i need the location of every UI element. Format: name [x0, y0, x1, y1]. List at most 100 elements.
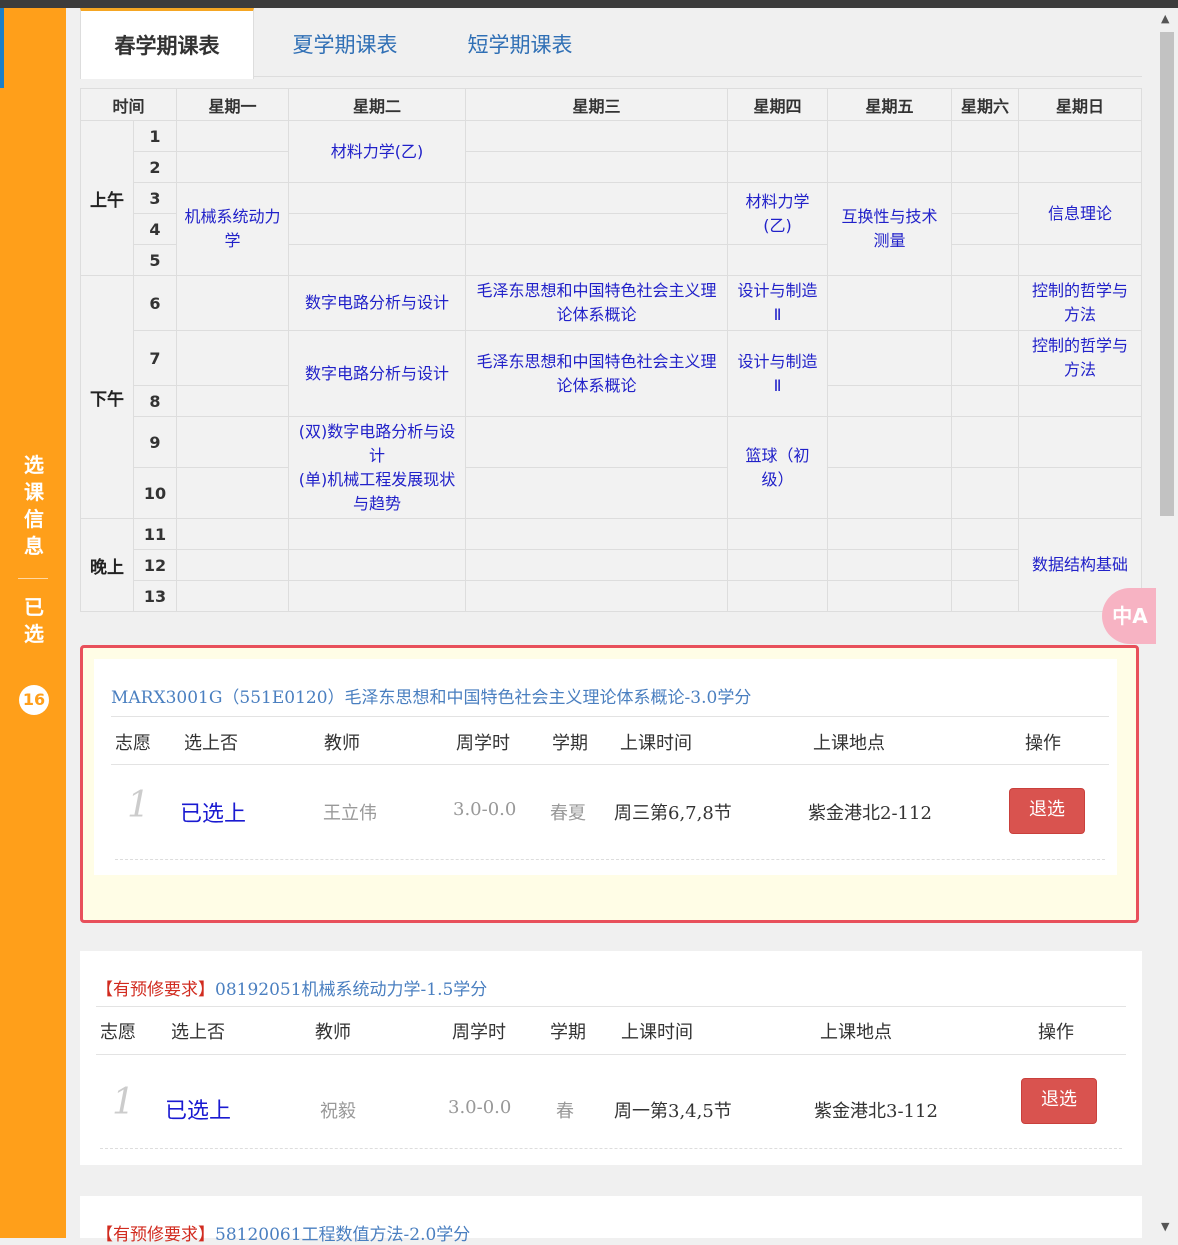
- translate-button[interactable]: 中A: [1102, 588, 1158, 644]
- course-title[interactable]: 【有预修要求】08192051机械系统动力学-1.5学分: [96, 975, 487, 1000]
- course-info-label[interactable]: 选课信息: [20, 452, 48, 560]
- scrollbar[interactable]: ▲ ▼: [1156, 8, 1178, 1238]
- slot-number: 9: [133, 416, 177, 468]
- timetable: 时间 星期一 星期二 星期三 星期四 星期五 星期六 星期日 上午 1 材料力学…: [80, 88, 1142, 612]
- period-morning: 上午: [80, 120, 134, 276]
- header-mon: 星期一: [176, 88, 289, 121]
- cell: [951, 213, 1019, 245]
- col-term: 学期: [550, 1022, 586, 1043]
- col-action: 操作: [1025, 733, 1061, 754]
- cell: [465, 213, 728, 245]
- cell: [288, 182, 466, 214]
- cell: [827, 275, 952, 331]
- header-sat: 星期六: [951, 88, 1019, 121]
- preference-number: 1: [127, 785, 150, 826]
- cell: [465, 416, 728, 468]
- slot-number: 1: [133, 120, 177, 152]
- scroll-down-icon[interactable]: ▼: [1161, 1220, 1169, 1233]
- cell: [176, 549, 289, 581]
- cell: [465, 151, 728, 183]
- cell: [727, 120, 828, 152]
- course-cell[interactable]: 数字电路分析与设计: [288, 275, 466, 331]
- selection-status: 已选上: [165, 1099, 232, 1124]
- weekly-hours: 3.0-0.0: [453, 799, 517, 820]
- cell: [176, 467, 289, 519]
- tab-short[interactable]: 短学期课表: [445, 10, 595, 76]
- class-place: 紫金港北3-112: [814, 1101, 938, 1122]
- header-time: 时间: [80, 88, 177, 121]
- header-fri: 星期五: [827, 88, 952, 121]
- course-cell[interactable]: 信息理论: [1018, 182, 1142, 245]
- course-entry[interactable]: (单)机械工程发展现状与趋势: [295, 468, 459, 516]
- tab-spring[interactable]: 春学期课表: [80, 8, 254, 79]
- prereq-tag: 【有预修要求】: [96, 980, 215, 1000]
- header-tue: 星期二: [288, 88, 466, 121]
- divider: [111, 764, 1109, 765]
- col-place: 上课地点: [820, 1022, 892, 1043]
- course-cell[interactable]: 篮球（初级）: [727, 416, 828, 519]
- slot-number: 7: [133, 330, 177, 386]
- course-cell[interactable]: 毛泽东思想和中国特色社会主义理论体系概论: [465, 330, 728, 417]
- course-cell[interactable]: 机械系统动力学: [176, 182, 289, 276]
- header-wed: 星期三: [465, 88, 728, 121]
- cell: [827, 580, 952, 612]
- timetable-row: 3 机械系统动力学 材料力学(乙) 互换性与技术测量 信息理论: [81, 182, 1142, 276]
- cell: [951, 244, 1019, 276]
- cell: [951, 120, 1019, 152]
- timetable-row: 9 (双)数字电路分析与设计 (单)机械工程发展现状与趋势 篮球（初级）: [81, 416, 1142, 519]
- cell: [827, 330, 952, 386]
- timetable-header-row: 时间 星期一 星期二 星期三 星期四 星期五 星期六 星期日: [80, 88, 1142, 121]
- course-cell[interactable]: 控制的哲学与方法: [1018, 275, 1142, 331]
- course-cell[interactable]: 材料力学(乙): [288, 120, 466, 183]
- cell: [176, 416, 289, 468]
- cell: [465, 580, 728, 612]
- timetable-row: 晚上 11 数据结构基础: [80, 518, 1142, 612]
- drop-course-button[interactable]: 退选: [1021, 1078, 1097, 1124]
- cell: [951, 549, 1019, 581]
- scroll-up-icon[interactable]: ▲: [1161, 12, 1169, 25]
- course-cell[interactable]: 数字电路分析与设计: [288, 330, 466, 417]
- course-cell[interactable]: 控制的哲学与方法: [1018, 330, 1142, 386]
- course-cell-dual[interactable]: (双)数字电路分析与设计 (单)机械工程发展现状与趋势: [288, 416, 466, 519]
- course-cell[interactable]: 设计与制造Ⅱ: [727, 330, 828, 417]
- weekly-hours: 3.0-0.0: [448, 1097, 512, 1118]
- main-content: 春学期课表 夏学期课表 短学期课表 时间 星期一 星期二 星期三 星期四 星期五…: [66, 8, 1156, 1245]
- cell: [827, 151, 952, 183]
- period-evening: 晚上: [80, 518, 134, 612]
- slot-number: 2: [133, 151, 177, 183]
- cell: [827, 549, 952, 581]
- scrollbar-thumb[interactable]: [1160, 32, 1174, 516]
- col-teacher: 教师: [315, 1022, 351, 1043]
- cell: [465, 549, 728, 581]
- timetable-row: 7 数字电路分析与设计 毛泽东思想和中国特色社会主义理论体系概论 设计与制造Ⅱ …: [81, 330, 1142, 417]
- course-cell[interactable]: 设计与制造Ⅱ: [727, 275, 828, 331]
- tab-summer[interactable]: 夏学期课表: [270, 10, 420, 76]
- col-pref: 志愿: [115, 733, 151, 754]
- drop-course-button[interactable]: 退选: [1009, 788, 1085, 834]
- window-top-bar: [0, 0, 1178, 8]
- slot-number: 12: [133, 549, 177, 581]
- cell: [827, 416, 952, 468]
- cell: [288, 213, 466, 245]
- cell: [727, 580, 828, 612]
- course-entry[interactable]: (双)数字电路分析与设计: [295, 420, 459, 468]
- cell: [176, 518, 289, 550]
- course-cell[interactable]: 毛泽东思想和中国特色社会主义理论体系概论: [465, 275, 728, 331]
- col-teacher: 教师: [324, 733, 360, 754]
- course-card: 【有预修要求】08192051机械系统动力学-1.5学分 志愿 选上否 教师 周…: [80, 951, 1142, 1165]
- timetable-row: 下午 6 数字电路分析与设计 毛泽东思想和中国特色社会主义理论体系概论 设计与制…: [80, 275, 1142, 519]
- header-sun: 星期日: [1018, 88, 1142, 121]
- course-card-highlighted: MARX3001G（551E0120）毛泽东思想和中国特色社会主义理论体系概论-…: [80, 645, 1139, 923]
- course-title[interactable]: 【有预修要求】58120061工程数值方法-2.0学分: [96, 1220, 470, 1245]
- selected-label[interactable]: 已选: [20, 594, 48, 648]
- slot-number: 6: [133, 275, 177, 331]
- selection-status: 已选上: [180, 802, 247, 827]
- class-time: 周一第3,4,5节: [614, 1101, 732, 1122]
- cell: [1018, 467, 1142, 519]
- cell: [1018, 416, 1142, 468]
- course-title[interactable]: MARX3001G（551E0120）毛泽东思想和中国特色社会主义理论体系概论-…: [111, 683, 751, 708]
- course-cell[interactable]: 互换性与技术测量: [827, 182, 952, 276]
- course-card-body: MARX3001G（551E0120）毛泽东思想和中国特色社会主义理论体系概论-…: [94, 659, 1117, 875]
- cell: [951, 518, 1019, 550]
- course-cell[interactable]: 材料力学(乙): [727, 182, 828, 245]
